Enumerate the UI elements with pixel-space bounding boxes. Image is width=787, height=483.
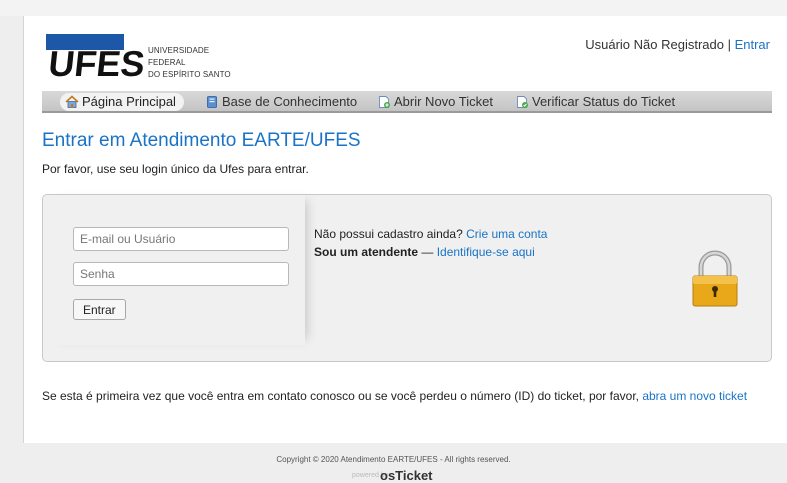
register-text: Não possui cadastro ainda? — [314, 227, 463, 241]
nav-item-label: Base de Conhecimento — [222, 94, 358, 109]
create-account-link[interactable]: Crie uma conta — [466, 227, 547, 241]
login-box: Entrar Não possui cadastro ainda? Crie u… — [42, 194, 772, 362]
logo-text-line1: Universidade Federal — [148, 46, 210, 67]
nav-item-label: Abrir Novo Ticket — [394, 94, 493, 109]
page-title: Entrar em Atendimento EARTE/UFES — [42, 130, 361, 151]
password-input[interactable] — [73, 262, 289, 286]
nav-item-home[interactable]: Página Principal — [60, 93, 184, 111]
book-icon — [207, 96, 217, 108]
footer-note-text: Se esta é primeira vez que você entra em… — [42, 389, 639, 403]
footer-note: Se esta é primeira vez que você entra em… — [42, 389, 747, 403]
top-strip — [0, 0, 787, 16]
home-icon — [65, 95, 79, 108]
login-button[interactable]: Entrar — [73, 299, 126, 320]
osticket-logo: osTicket — [380, 468, 433, 483]
lock-icon — [692, 250, 738, 307]
username-input[interactable] — [73, 227, 289, 251]
new-ticket-icon — [379, 96, 390, 108]
ticket-status-icon — [517, 96, 528, 108]
agent-line: Sou um atendente — Identifique-se aqui — [314, 243, 547, 261]
logo-text: Universidade Federal do Espírito Santo — [148, 45, 244, 81]
agent-login-link[interactable]: Identifique-se aqui — [437, 245, 535, 259]
agent-text: Sou um atendente — [314, 245, 419, 259]
register-line: Não possui cadastro ainda? Crie uma cont… — [314, 225, 547, 243]
user-status: Usuário Não Registrado | — [585, 37, 731, 52]
nav-bar: Página Principal Base de Conhecimento Ab… — [42, 91, 772, 113]
page-container: UFES Universidade Federal do Espírito Sa… — [23, 16, 787, 443]
login-link[interactable]: Entrar — [735, 37, 770, 52]
nav-item-knowledge-base[interactable]: Base de Conhecimento — [200, 93, 365, 111]
agent-dash: — — [418, 245, 437, 259]
page-subtitle: Por favor, use seu login único da Ufes p… — [42, 162, 309, 176]
ufes-logo[interactable]: UFES Universidade Federal do Espírito Sa… — [44, 32, 244, 82]
nav-item-label: Página Principal — [82, 94, 176, 109]
copyright: Copyright © 2020 Atendimento EARTE/UFES … — [276, 455, 511, 464]
login-options: Não possui cadastro ainda? Crie uma cont… — [314, 225, 547, 261]
powered-by-osticket[interactable]: powered by osTicket — [352, 468, 452, 483]
open-new-ticket-link[interactable]: abra um novo ticket — [642, 389, 747, 403]
logo-text-line2: do Espírito Santo — [148, 70, 231, 79]
nav-item-label: Verificar Status do Ticket — [532, 94, 676, 109]
login-form: Entrar — [43, 195, 305, 345]
nav-item-ticket-status[interactable]: Verificar Status do Ticket — [510, 93, 683, 111]
ufes-logo-mark: UFES — [46, 34, 144, 82]
user-info: Usuário Não Registrado | Entrar — [585, 37, 770, 52]
svg-text:UFES: UFES — [47, 43, 144, 82]
nav-item-new-ticket[interactable]: Abrir Novo Ticket — [372, 93, 501, 111]
